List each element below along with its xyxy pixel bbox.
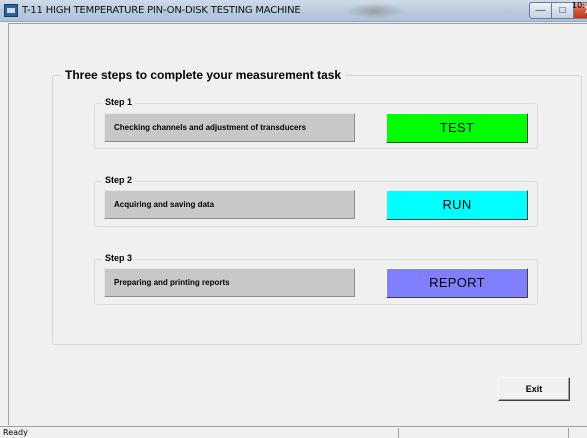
status-pane: [398, 428, 568, 438]
minimize-button[interactable]: —: [529, 2, 552, 19]
step-2-description: Acquiring and saving data: [104, 190, 355, 219]
steps-heading: Three steps to complete your measurement…: [61, 68, 346, 82]
status-bar: Ready: [0, 426, 587, 438]
exit-button[interactable]: Exit: [498, 377, 570, 401]
status-text: Ready: [3, 428, 28, 437]
step-1-label: Step 1: [102, 97, 136, 107]
app-icon[interactable]: [4, 4, 18, 17]
step-3-description: Preparing and printing reports: [104, 268, 355, 297]
test-button[interactable]: TEST: [386, 113, 528, 143]
run-button[interactable]: RUN: [386, 190, 528, 220]
title-bar[interactable]: T-11 HIGH TEMPERATURE PIN-ON-DISK TESTIN…: [0, 0, 587, 22]
window-title: T-11 HIGH TEMPERATURE PIN-ON-DISK TESTIN…: [22, 5, 301, 16]
step-3-label: Step 3: [102, 253, 136, 263]
step-1-description: Checking channels and adjustment of tran…: [104, 113, 355, 142]
report-button[interactable]: REPORT: [386, 268, 528, 298]
status-time: 10:: [572, 1, 585, 10]
status-pane-time: [568, 428, 587, 438]
maximize-button[interactable]: □: [551, 2, 574, 19]
step-2-label: Step 2: [102, 175, 136, 185]
title-bar-decoration: [345, 3, 405, 19]
